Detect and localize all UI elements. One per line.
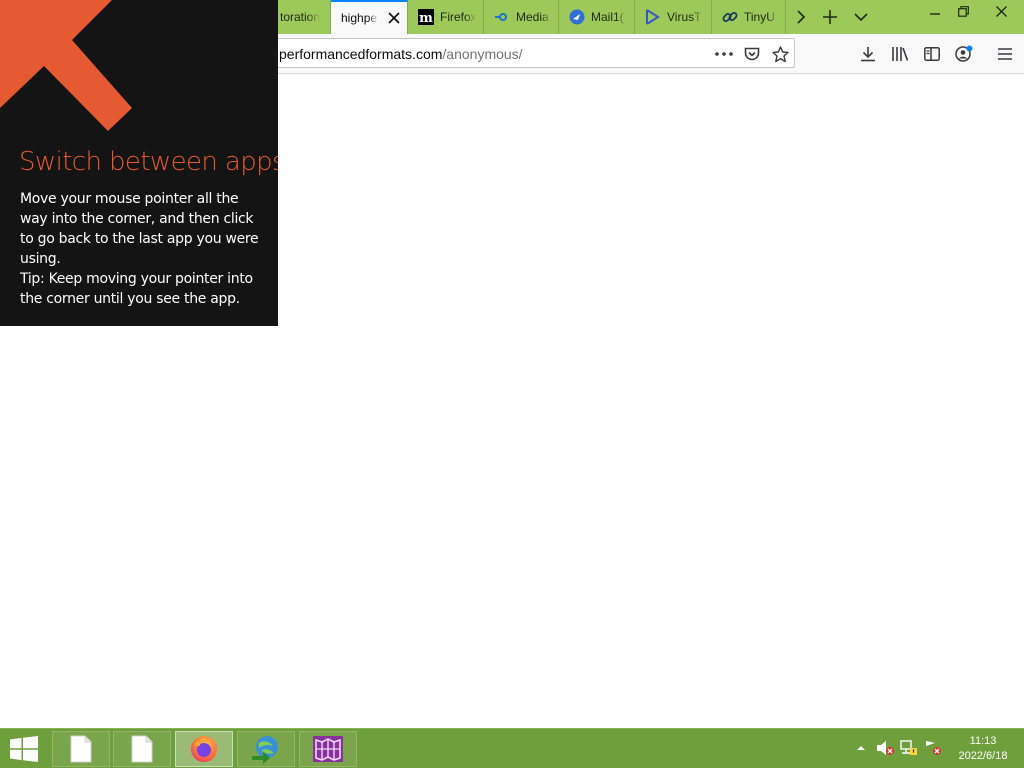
- sidebar-icon[interactable]: [920, 42, 944, 66]
- tab-label: VirusT: [667, 10, 702, 24]
- tab-tinyurl[interactable]: TinyU: [712, 0, 786, 34]
- hint-instruction: Move your mouse pointer all the way into…: [20, 191, 259, 267]
- switch-apps-hint: Switch between apps Move your mouse poin…: [0, 0, 278, 326]
- corner-arrow-icon: [0, 0, 132, 131]
- file-icon: [131, 735, 153, 763]
- taskbar-media-center[interactable]: [299, 731, 357, 767]
- list-all-tabs-icon[interactable]: [846, 0, 876, 34]
- tab-restoration[interactable]: toration: [278, 0, 331, 34]
- virustotal-icon: [645, 9, 661, 25]
- link-icon: [722, 9, 738, 25]
- taskbar-firefox[interactable]: [175, 731, 233, 767]
- file-icon: [70, 735, 92, 763]
- account-icon[interactable]: [952, 42, 976, 66]
- taskbar-file-1[interactable]: [52, 731, 110, 767]
- clock-time: 11:13: [969, 735, 997, 747]
- system-clock[interactable]: 11:13 2022/6/18: [950, 734, 1016, 764]
- tab-mail[interactable]: Mail1(: [559, 0, 635, 34]
- tab-label: highpe: [341, 11, 378, 25]
- hint-body: Move your mouse pointer all the way into…: [20, 189, 265, 309]
- restore-window-icon[interactable]: [948, 0, 978, 22]
- page-actions-icon[interactable]: [713, 43, 735, 65]
- tab-highperformance[interactable]: highpe: [331, 0, 408, 34]
- network-icon[interactable]: [900, 739, 918, 757]
- scroll-tabs-right-icon[interactable]: [786, 0, 816, 34]
- tab-label: Firefox: [440, 10, 476, 24]
- show-hidden-icons-icon[interactable]: [852, 739, 870, 757]
- download-manager-icon: [252, 736, 278, 764]
- start-button[interactable]: [6, 733, 42, 765]
- volume-muted-icon[interactable]: [876, 739, 894, 757]
- url-bar[interactable]: performancedformats.com/anonymous/: [250, 38, 795, 68]
- tab-label: Media: [516, 10, 549, 24]
- tab-label: TinyU: [744, 10, 775, 24]
- tab-label: Mail1(: [591, 10, 624, 24]
- tab-media[interactable]: Media: [484, 0, 559, 34]
- taskbar-download-manager[interactable]: [237, 731, 295, 767]
- mail-icon: [569, 9, 585, 25]
- hint-tip: Tip: Keep moving your pointer into the c…: [20, 271, 253, 307]
- new-tab-icon[interactable]: [815, 0, 845, 34]
- close-tab-icon[interactable]: [385, 9, 403, 27]
- url-domain: performancedformats.com: [279, 46, 443, 62]
- downloads-icon[interactable]: [856, 42, 880, 66]
- tab-virustotal[interactable]: VirusT: [635, 0, 712, 34]
- firefox-icon: [191, 736, 217, 762]
- windows-logo-icon: [10, 736, 38, 762]
- minimize-icon[interactable]: [920, 0, 950, 22]
- pocket-icon[interactable]: [741, 43, 763, 65]
- taskbar-file-2[interactable]: [113, 731, 171, 767]
- bookmark-star-icon[interactable]: [769, 43, 791, 65]
- taskbar: 11:13 2022/6/18: [0, 728, 1024, 768]
- close-window-icon[interactable]: [986, 0, 1016, 22]
- action-center-icon[interactable]: [924, 739, 942, 757]
- hint-title: Switch between apps: [19, 147, 278, 177]
- library-icon[interactable]: [888, 42, 912, 66]
- menu-icon[interactable]: [993, 42, 1017, 66]
- url-text[interactable]: performancedformats.com/anonymous/: [279, 46, 523, 62]
- svg-text:m: m: [419, 11, 433, 25]
- clock-date: 2022/6/18: [958, 750, 1008, 762]
- mozilla-m-icon: m: [418, 9, 434, 25]
- url-path: /anonymous/: [442, 46, 523, 62]
- tab-label: toration: [280, 10, 321, 24]
- media-icon: [494, 9, 510, 25]
- media-center-icon: [313, 736, 343, 762]
- tab-firefox[interactable]: m Firefox: [408, 0, 484, 34]
